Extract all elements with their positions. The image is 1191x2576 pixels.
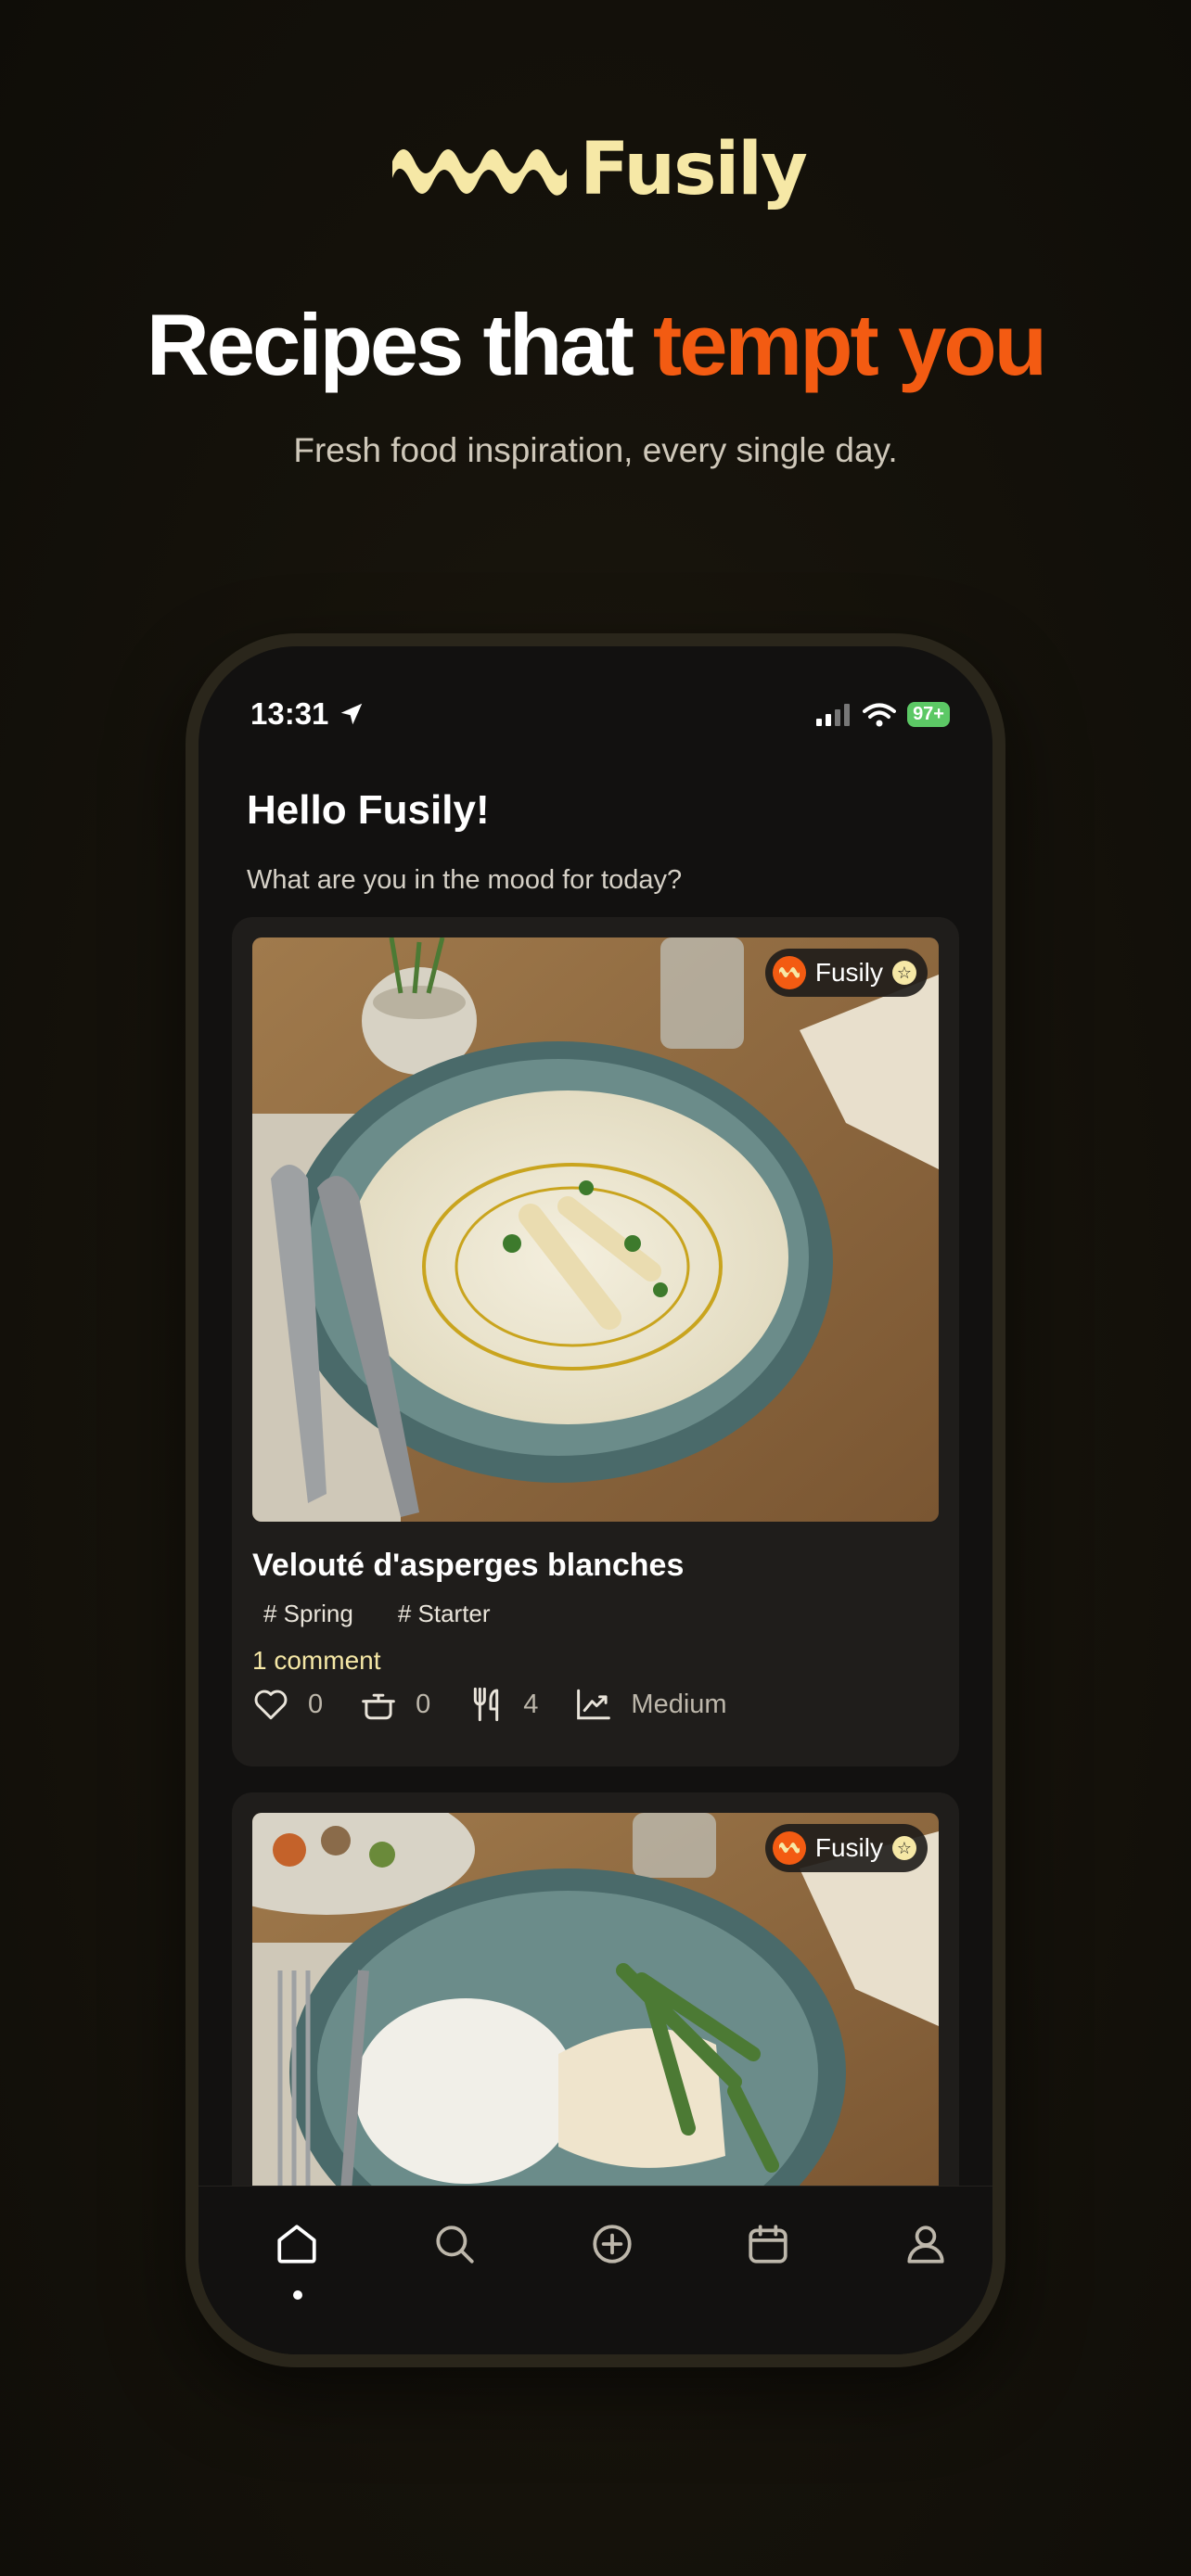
- tab-home[interactable]: [269, 2216, 325, 2272]
- tab-profile[interactable]: [898, 2216, 954, 2272]
- heart-icon: [254, 1690, 288, 1720]
- cellular-signal-icon: [816, 703, 851, 726]
- status-icons: 97+: [816, 702, 950, 727]
- author-avatar-icon: [772, 956, 806, 989]
- recipe-tags: # Spring # Starter: [263, 1600, 491, 1628]
- author-badge[interactable]: Fusily ☆: [764, 949, 928, 997]
- cooked-stat[interactable]: 0: [360, 1688, 430, 1721]
- servings-count: 4: [523, 1689, 539, 1719]
- headline-part-1: Recipes that: [146, 296, 653, 393]
- tag-spring[interactable]: # Spring: [263, 1600, 353, 1628]
- greeting-title: Hello Fusily!: [247, 787, 490, 833]
- author-badge[interactable]: Fusily ☆: [764, 1824, 928, 1872]
- recipe-stats: 0 0 4 Medium: [252, 1687, 764, 1722]
- star-icon: ☆: [892, 961, 916, 985]
- recipe-card[interactable]: Fusily ☆: [232, 1792, 959, 2219]
- profile-icon: [907, 2225, 944, 2264]
- cooked-count: 0: [416, 1689, 431, 1719]
- cooking-pot-icon: [362, 1693, 395, 1720]
- tab-calendar[interactable]: [740, 2216, 796, 2272]
- calendar-icon: [749, 2225, 788, 2264]
- search-icon: [436, 2225, 474, 2264]
- hero-tagline: Fresh food inspiration, every single day…: [293, 431, 898, 469]
- comments-link[interactable]: 1 comment: [252, 1646, 381, 1676]
- active-tab-indicator: [293, 2290, 302, 2300]
- wave-logo-icon: [392, 149, 568, 196]
- trend-chart-icon: [577, 1689, 611, 1720]
- star-icon: ☆: [892, 1836, 916, 1860]
- utensils-icon: [474, 1687, 499, 1722]
- likes-stat[interactable]: 0: [252, 1688, 323, 1721]
- tab-search[interactable]: [427, 2216, 482, 2272]
- recipe-card[interactable]: Fusily ☆ Velouté d'asperges blanches # S…: [232, 917, 959, 1766]
- recipe-photo[interactable]: Fusily ☆: [252, 1813, 939, 2202]
- bottom-tab-bar: [198, 2186, 992, 2354]
- soup-photo-illustration: [252, 937, 939, 1522]
- status-bar: 13:31 97+: [198, 696, 992, 743]
- author-name: Fusily: [814, 958, 883, 987]
- battery-indicator: 97+: [907, 702, 950, 727]
- wifi-icon: [863, 703, 897, 726]
- author-name: Fusily: [814, 1833, 883, 1862]
- status-time: 13:31: [250, 696, 329, 731]
- likes-count: 0: [308, 1689, 324, 1719]
- phone-screen: 13:31 97+ Hello Fusily! What are you in …: [198, 646, 992, 2354]
- difficulty-label: Medium: [631, 1689, 727, 1719]
- tag-starter[interactable]: # Starter: [398, 1600, 491, 1628]
- greeting-subtitle: What are you in the mood for today?: [247, 865, 683, 895]
- add-icon: [593, 2225, 632, 2264]
- location-arrow-icon: [340, 703, 363, 725]
- logo-wordmark: Fusily: [580, 128, 808, 211]
- home-icon: [277, 2225, 316, 2264]
- servings-stat: 4: [467, 1687, 538, 1722]
- tab-add[interactable]: [584, 2216, 640, 2272]
- recipe-title[interactable]: Velouté d'asperges blanches: [252, 1548, 684, 1584]
- difficulty-stat: Medium: [575, 1688, 727, 1721]
- hero-headline: Recipes that tempt you: [0, 295, 1191, 395]
- recipe-photo[interactable]: Fusily ☆: [252, 937, 939, 1522]
- app-logo: Fusily: [0, 128, 1191, 211]
- author-avatar-icon: [772, 1831, 806, 1865]
- headline-part-2: tempt you: [652, 296, 1047, 393]
- phone-frame: 13:31 97+ Hello Fusily! What are you in …: [186, 633, 1005, 2367]
